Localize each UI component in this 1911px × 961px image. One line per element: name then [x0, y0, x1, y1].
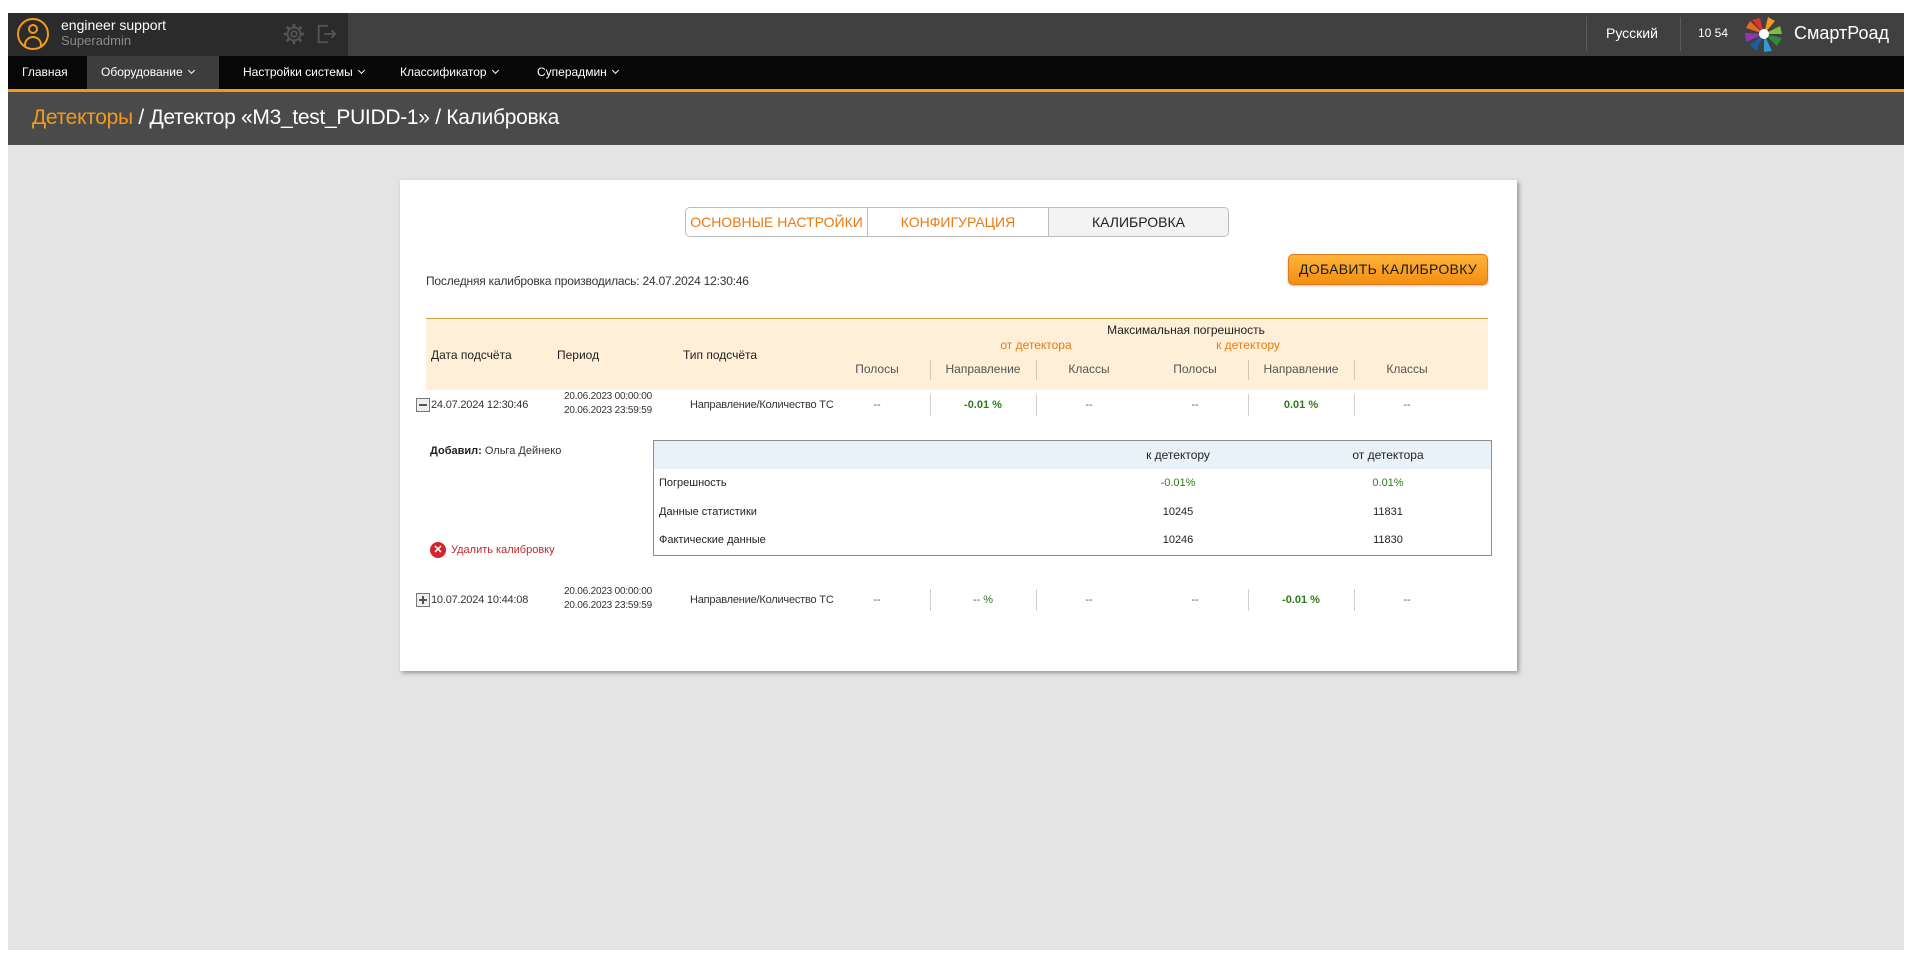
- detail-header: к детектору от детектора: [654, 441, 1491, 469]
- value-direction-to: -0.01 %: [1282, 594, 1320, 606]
- tab-calibration[interactable]: КАЛИБРОВКА: [1048, 208, 1228, 236]
- user-panel: engineer support Superadmin: [8, 13, 348, 56]
- top-bar: engineer support Superadmin Русский 10 5…: [8, 13, 1904, 56]
- divider: [1680, 17, 1681, 51]
- main-nav: Главная Оборудование Настройки системы К…: [8, 56, 1904, 92]
- calibration-card: ОСНОВНЫЕ НАСТРОЙКИ КОНФИГУРАЦИЯ КАЛИБРОВ…: [400, 180, 1517, 671]
- collapse-row-icon[interactable]: [416, 398, 430, 412]
- smartroad-logo-icon: [1745, 17, 1782, 52]
- add-calibration-button[interactable]: ДОБАВИТЬ КАЛИБРОВКУ: [1288, 254, 1488, 285]
- user-role: Superadmin: [61, 33, 132, 48]
- added-by: Добавил: Ольга Дейнеко: [430, 445, 561, 457]
- value-classes-from: --: [1085, 399, 1093, 411]
- app-window: engineer support Superadmin Русский 10 5…: [8, 13, 1904, 950]
- row-date: 10.07.2024 10:44:08: [431, 594, 529, 606]
- detail-label-actual: Фактические данные: [659, 534, 766, 546]
- detail-actual-to: 10246: [1162, 534, 1194, 546]
- divider: [1586, 17, 1587, 51]
- detail-error-from: 0.01%: [1372, 477, 1404, 489]
- breadcrumb-current: Калибровка: [446, 106, 560, 129]
- value-lanes-to: --: [1191, 594, 1199, 606]
- tab-group: ОСНОВНЫЕ НАСТРОЙКИ КОНФИГУРАЦИЯ КАЛИБРОВ…: [685, 207, 1229, 237]
- delete-calibration-link[interactable]: ✕ Удалить калибровку: [430, 542, 555, 558]
- col-header-direction-from: Направление: [945, 362, 1021, 376]
- nav-system-settings[interactable]: Настройки системы: [229, 56, 378, 89]
- nav-label: Суперадмин: [537, 65, 607, 79]
- brand-name: СмартРоад: [1794, 23, 1889, 43]
- detail-label-error: Погрешность: [659, 477, 727, 489]
- row-period-start: 20.06.2023 00:00:00: [564, 586, 652, 597]
- col-header-classes-from: Классы: [1068, 362, 1110, 376]
- logout-icon[interactable]: [315, 23, 337, 45]
- detail-header-to: к детектору: [1146, 448, 1210, 462]
- value-direction-from: -0.01 %: [964, 399, 1002, 411]
- row-period-start: 20.06.2023 00:00:00: [564, 391, 652, 402]
- user-name: engineer support: [61, 17, 167, 33]
- detail-error-to: -0.01%: [1160, 477, 1196, 489]
- chevron-down-icon: [357, 66, 365, 75]
- col-header-period: Период: [557, 348, 600, 362]
- nav-equipment[interactable]: Оборудование: [87, 56, 219, 89]
- col-header-lanes-to: Полосы: [1173, 362, 1217, 376]
- row-period-end: 20.06.2023 23:59:59: [564, 600, 652, 611]
- clock: 10 54: [1698, 26, 1729, 40]
- delete-label: Удалить калибровку: [451, 543, 555, 556]
- col-header-lanes-from: Полосы: [855, 362, 899, 376]
- row-date: 24.07.2024 12:30:46: [431, 399, 529, 411]
- expand-row-icon[interactable]: [416, 593, 430, 607]
- value-direction-to: 0.01 %: [1283, 399, 1319, 411]
- breadcrumb-separator: /: [132, 106, 150, 129]
- nav-label: Главная: [22, 65, 68, 79]
- breadcrumb-detector: Детектор «M3_test_PUIDD-1»: [149, 106, 430, 129]
- chevron-down-icon: [187, 66, 195, 75]
- breadcrumb-separator: /: [429, 106, 447, 129]
- breadcrumb-detectors-link[interactable]: Детекторы: [32, 106, 133, 129]
- nav-label: Оборудование: [101, 65, 183, 79]
- value-classes-from: --: [1085, 594, 1093, 606]
- added-by-name: Ольга Дейнеко: [484, 445, 562, 457]
- detail-header-from: от детектора: [1352, 448, 1424, 462]
- row-period-end: 20.06.2023 23:59:59: [564, 405, 652, 416]
- value-lanes-from: --: [873, 594, 881, 606]
- row-type: Направление/Количество ТС: [690, 594, 834, 606]
- delete-icon: ✕: [430, 542, 446, 558]
- tab-main-settings[interactable]: ОСНОВНЫЕ НАСТРОЙКИ: [686, 208, 867, 236]
- detail-statistics-from: 11831: [1373, 506, 1403, 518]
- detail-statistics-to: 10245: [1162, 506, 1194, 518]
- col-header-classes-to: Классы: [1386, 362, 1428, 376]
- tab-configuration[interactable]: КОНФИГУРАЦИЯ: [867, 208, 1048, 236]
- value-classes-to: --: [1403, 594, 1411, 606]
- col-header-max-error: Максимальная погрешность: [1107, 323, 1265, 337]
- nav-home[interactable]: Главная: [8, 56, 82, 89]
- col-group-to-detector: к детектору: [1216, 338, 1280, 352]
- detail-actual-from: 11830: [1373, 534, 1403, 546]
- nav-superadmin[interactable]: Суперадмин: [523, 56, 632, 89]
- added-by-label: Добавил:: [430, 445, 482, 457]
- table-header: Дата подсчёта Период Тип подсчёта Максим…: [426, 318, 1488, 390]
- avatar-icon[interactable]: [17, 18, 49, 50]
- value-classes-to: --: [1403, 399, 1411, 411]
- last-calibration-info: Последняя калибровка производилась: 24.0…: [426, 274, 749, 288]
- language-selector[interactable]: Русский: [1606, 25, 1658, 41]
- col-group-from-detector: от детектора: [1000, 338, 1072, 352]
- col-header-date: Дата подсчёта: [431, 348, 512, 362]
- nav-label: Классификатор: [400, 65, 487, 79]
- col-header-type: Тип подсчёта: [683, 348, 758, 362]
- chevron-down-icon: [611, 66, 619, 75]
- value-lanes-from: --: [873, 399, 881, 411]
- nav-label: Настройки системы: [243, 65, 353, 79]
- value-lanes-to: --: [1191, 399, 1199, 411]
- chevron-down-icon: [491, 66, 499, 75]
- calibration-detail-table: к детектору от детектора Погрешность -0.…: [653, 440, 1492, 556]
- detail-label-statistics: Данные статистики: [659, 506, 757, 518]
- value-direction-from: -- %: [972, 594, 994, 606]
- breadcrumb: Детекторы / Детектор «M3_test_PUIDD-1» /…: [32, 106, 559, 130]
- breadcrumb-bar: Детекторы / Детектор «M3_test_PUIDD-1» /…: [8, 92, 1904, 145]
- col-header-direction-to: Направление: [1263, 362, 1339, 376]
- nav-classifier[interactable]: Классификатор: [386, 56, 512, 89]
- gear-icon[interactable]: [283, 23, 305, 45]
- row-type: Направление/Количество ТС: [690, 399, 834, 411]
